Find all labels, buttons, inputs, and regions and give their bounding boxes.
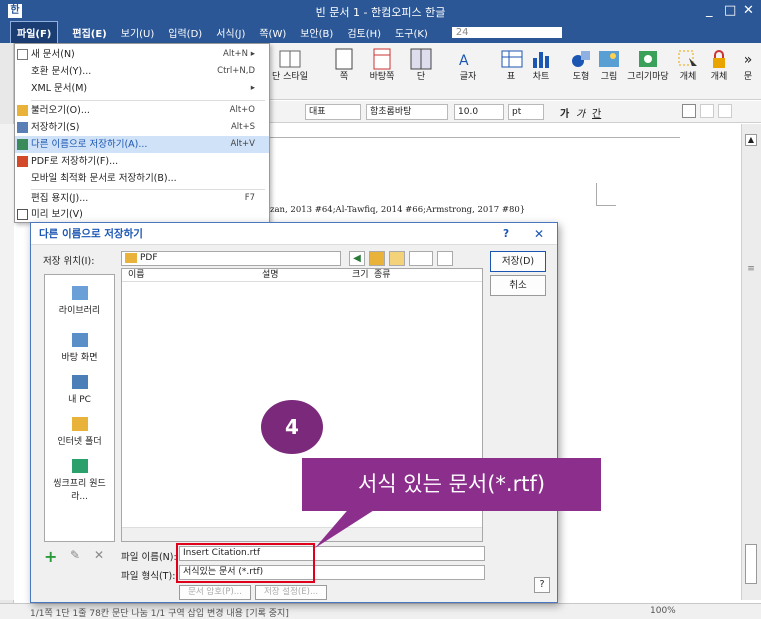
callout-tail-shape [315, 505, 382, 548]
step-badge: 4 [261, 400, 323, 454]
callout-pointer [315, 505, 382, 548]
callout-box: 서식 있는 문서(*.rtf) [302, 458, 601, 511]
